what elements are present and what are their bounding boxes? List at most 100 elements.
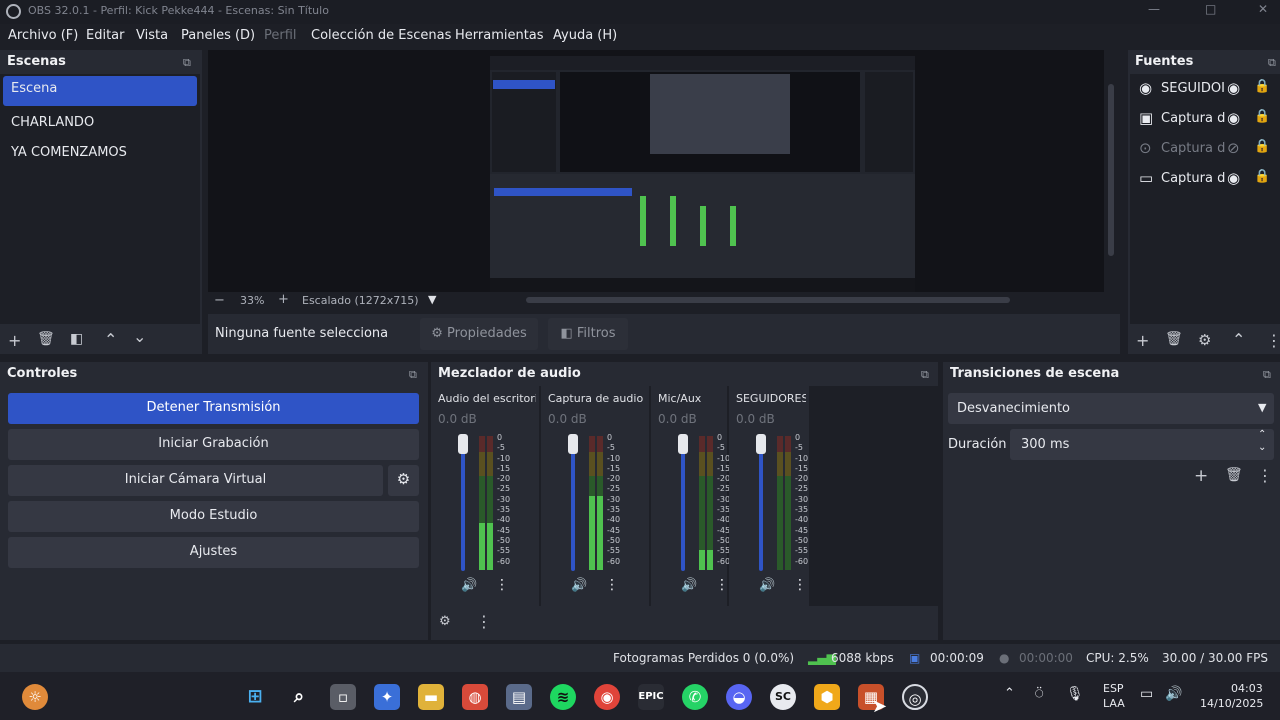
windows-start-icon[interactable]: ⊞ <box>242 684 268 710</box>
filters-button[interactable]: ◧ Filtros <box>548 318 628 350</box>
more-icon[interactable]: ⋮ <box>1266 331 1280 350</box>
move-up-icon[interactable]: ⌃ <box>104 330 117 349</box>
tray-chevron-up-icon[interactable]: ⌃ <box>1004 686 1015 701</box>
volume-fader-handle[interactable] <box>458 434 468 454</box>
mute-speaker-icon[interactable]: 🔊 <box>759 578 775 593</box>
lock-icon[interactable]: 🔒 <box>1254 169 1270 184</box>
maximize-button[interactable]: □ <box>1205 2 1216 16</box>
start-virtual-camera-button[interactable]: Iniciar Cámara Virtual <box>8 465 383 496</box>
undock-icon[interactable]: ⧉ <box>921 368 929 382</box>
scene-item-escena[interactable]: Escena <box>3 76 197 106</box>
scene-filters-icon[interactable]: ◧ <box>70 331 83 347</box>
undock-icon[interactable]: ⧉ <box>1263 368 1271 382</box>
store-icon[interactable]: ▤ <box>506 684 532 710</box>
move-up-icon[interactable]: ⌃ <box>1232 330 1245 349</box>
add-transition-icon[interactable]: + <box>1194 466 1208 486</box>
start-recording-button[interactable]: Iniciar Grabación <box>8 429 419 460</box>
menu-editar[interactable]: Editar <box>86 28 125 43</box>
transition-select[interactable]: Desvanecimiento ▼ <box>948 393 1274 424</box>
mute-speaker-icon[interactable]: 🔊 <box>571 578 587 593</box>
source-item[interactable]: ▣ Captura d ◉ 🔒 <box>1130 104 1280 134</box>
keyboard-language[interactable]: ESP <box>1103 682 1124 695</box>
menu-herramientas[interactable]: Herramientas <box>455 28 544 43</box>
scene-item-charlando[interactable]: CHARLANDO <box>0 108 200 138</box>
volume-fader[interactable] <box>571 436 575 571</box>
spin-up-icon[interactable]: ⌃ <box>1258 429 1266 440</box>
epic-games-icon[interactable]: EPIC <box>638 684 664 710</box>
mute-speaker-icon[interactable]: 🔊 <box>461 578 477 593</box>
whatsapp-icon[interactable]: ✆ <box>682 684 708 710</box>
clock-time[interactable]: 04:03 <box>1231 682 1263 695</box>
volume-fader[interactable] <box>759 436 763 571</box>
preview-horizontal-scrollbar[interactable] <box>526 297 1010 303</box>
minimize-button[interactable]: — <box>1148 2 1160 16</box>
network-icon[interactable]: ▭ <box>1140 686 1153 702</box>
visibility-eye-icon[interactable]: ◉ <box>1227 109 1240 127</box>
scale-dropdown-icon[interactable]: ▼ <box>428 293 436 306</box>
add-source-icon[interactable]: + <box>1136 331 1149 350</box>
discord-icon[interactable]: ◒ <box>726 684 752 710</box>
spotify-icon[interactable]: ≋ <box>550 684 576 710</box>
lock-icon[interactable]: 🔒 <box>1254 79 1270 94</box>
tray-app-icon[interactable]: ⍥ <box>1035 686 1043 702</box>
volume-fader-handle[interactable] <box>568 434 578 454</box>
transition-properties-icon[interactable]: ⋮ <box>1257 466 1273 485</box>
source-item[interactable]: ⊙ Captura d ⊘ 🔒 <box>1130 134 1280 164</box>
photos-icon[interactable]: ◍ <box>462 684 488 710</box>
file-explorer-icon[interactable]: ▬ <box>418 684 444 710</box>
undock-icon[interactable]: ⧉ <box>183 56 191 70</box>
volume-fader-handle[interactable] <box>678 434 688 454</box>
scene-item-ya-comenzamos[interactable]: YA COMENZAMOS <box>0 138 200 168</box>
preview-vertical-scrollbar[interactable] <box>1108 84 1114 256</box>
volume-icon[interactable]: 🔊 <box>1165 686 1182 702</box>
zoom-in-button[interactable]: + <box>278 292 289 307</box>
undock-icon[interactable]: ⧉ <box>1268 56 1276 70</box>
menu-vista[interactable]: Vista <box>136 28 168 43</box>
menu-ayuda[interactable]: Ayuda (H) <box>553 28 617 43</box>
advanced-audio-icon[interactable]: ⚙ <box>439 614 451 629</box>
virtual-camera-settings-button[interactable]: ⚙ <box>388 465 419 496</box>
channel-menu-icon[interactable]: ⋮ <box>605 577 619 593</box>
channel-menu-icon[interactable]: ⋮ <box>793 577 807 593</box>
source-properties-icon[interactable]: ⚙ <box>1198 331 1211 349</box>
remove-transition-icon[interactable]: 🗑 <box>1225 467 1243 483</box>
channel-menu-icon[interactable]: ⋮ <box>495 577 509 593</box>
search-icon[interactable]: ⌕ <box>286 684 312 710</box>
settings-button[interactable]: Ajustes <box>8 537 419 568</box>
channel-menu-icon[interactable]: ⋮ <box>715 577 729 593</box>
task-view-icon[interactable]: ▫ <box>330 684 356 710</box>
volume-fader[interactable] <box>461 436 465 571</box>
clock-date[interactable]: 14/10/2025 <box>1200 697 1263 710</box>
chrome-icon[interactable]: ◉ <box>594 684 620 710</box>
visibility-eye-icon[interactable]: ◉ <box>1227 169 1240 187</box>
package-icon[interactable]: ⬢ <box>814 684 840 710</box>
mixer-menu-icon[interactable]: ⋮ <box>476 612 492 631</box>
menu-paneles[interactable]: Paneles (D) <box>181 28 255 43</box>
menu-archivo[interactable]: Archivo (F) <box>8 28 78 43</box>
lock-icon[interactable]: 🔒 <box>1254 139 1270 154</box>
mute-speaker-icon[interactable]: 🔊 <box>681 578 697 593</box>
volume-fader-handle[interactable] <box>756 434 766 454</box>
weather-widget-icon[interactable]: ☼ <box>22 684 48 710</box>
duration-spinbox[interactable]: 300 ms ⌃ ⌄ <box>1010 429 1274 460</box>
undock-icon[interactable]: ⧉ <box>409 368 417 382</box>
lock-icon[interactable]: 🔒 <box>1254 109 1270 124</box>
volume-fader[interactable] <box>681 436 685 571</box>
copilot-icon[interactable]: ✦ <box>374 684 400 710</box>
studio-mode-button[interactable]: Modo Estudio <box>8 501 419 532</box>
move-down-icon[interactable]: ⌄ <box>133 327 146 346</box>
properties-button[interactable]: ⚙ Propiedades <box>420 318 538 350</box>
spin-down-icon[interactable]: ⌄ <box>1258 442 1266 453</box>
tray-microphone-icon[interactable]: 🎙 <box>1066 686 1084 702</box>
remove-scene-icon[interactable]: 🗑 <box>37 331 55 347</box>
menu-coleccion-escenas[interactable]: Colección de Escenas <box>311 28 451 43</box>
keyboard-layout[interactable]: LAA <box>1103 697 1125 710</box>
zoom-out-button[interactable]: − <box>214 293 225 308</box>
visibility-eye-icon[interactable]: ◉ <box>1227 79 1240 97</box>
obs-taskbar-icon[interactable]: ◎ <box>902 684 928 710</box>
menu-perfil[interactable]: Perfil <box>264 28 297 43</box>
stop-stream-button[interactable]: Detener Transmisión <box>8 393 419 424</box>
streamlabs-icon[interactable]: SC <box>770 684 796 710</box>
remove-source-icon[interactable]: 🗑 <box>1165 331 1183 347</box>
source-item[interactable]: ▭ Captura d ◉ 🔒 <box>1130 164 1280 194</box>
